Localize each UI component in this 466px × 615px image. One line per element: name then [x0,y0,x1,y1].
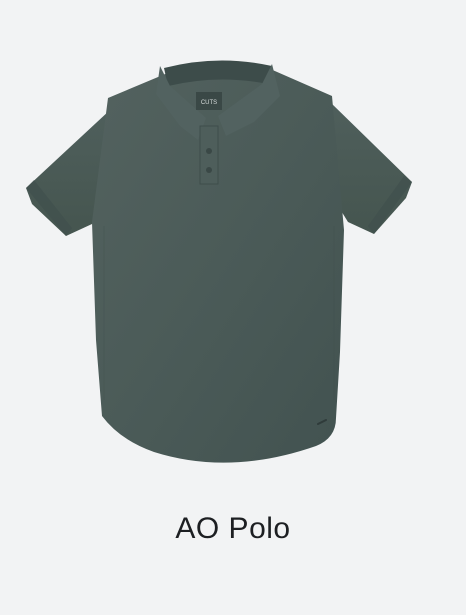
button-bottom [206,167,212,173]
neck-tag-text: CUTS [201,100,217,106]
product-image[interactable]: CUTS [0,0,466,500]
button-top [206,148,212,154]
product-name[interactable]: AO Polo [0,512,466,546]
placket [199,125,219,185]
product-card[interactable]: CUTS AO Polo [0,0,466,615]
